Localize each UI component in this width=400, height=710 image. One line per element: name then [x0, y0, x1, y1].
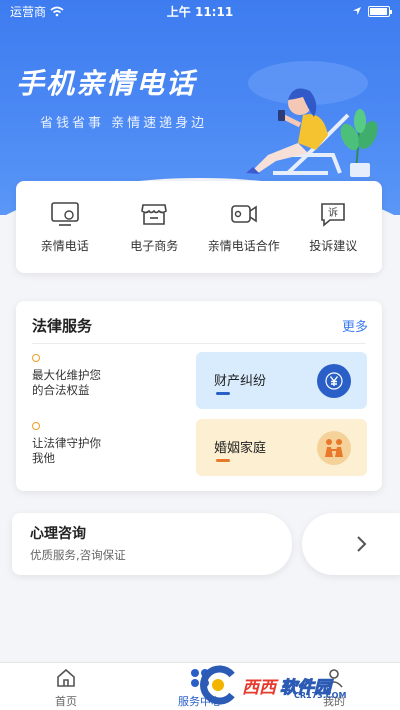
- legal-services-card: 法律服务 更多 最大化维护您的合法权益 让法律守护你我他 财产纠纷 婚姻家庭: [16, 301, 382, 491]
- feature-cooperation[interactable]: 亲情电话合作: [199, 201, 289, 254]
- hero-title: 手机亲情电话: [16, 67, 197, 100]
- tv-phone-icon: [50, 201, 79, 226]
- cr173-logo-icon: [196, 665, 240, 705]
- pill-label: 婚姻家庭: [214, 441, 267, 456]
- shop-icon: [141, 203, 168, 225]
- feature-label: 投诉建议: [309, 238, 358, 253]
- complaint-icon: 诉: [321, 202, 346, 227]
- psych-consult-card[interactable]: 心理咨询 优质服务,咨询保证: [12, 513, 292, 575]
- psych-title: 心理咨询: [30, 526, 86, 542]
- bullet-icon: [32, 422, 40, 430]
- hero-subtitle: 省钱省事 亲情速递身边: [40, 116, 208, 131]
- watermark-url: CR173.COM: [294, 691, 347, 700]
- chevron-right-icon: [357, 536, 367, 552]
- psych-subtitle: 优质服务,咨询保证: [30, 548, 126, 562]
- bullet-icon: [32, 354, 40, 362]
- feature-complaint[interactable]: 诉 投诉建议: [289, 201, 379, 254]
- tab-home[interactable]: 首页: [26, 667, 106, 709]
- watermark-brand: 西西: [242, 677, 276, 698]
- pill-label: 财产纠纷: [214, 374, 267, 389]
- feature-label: 亲情电话: [40, 238, 89, 253]
- video-camera-icon: [230, 204, 257, 223]
- battery-icon: [368, 5, 392, 17]
- section-title: 法律服务: [32, 316, 93, 335]
- feature-label: 亲情电话合作: [207, 238, 280, 253]
- feature-family-call[interactable]: 亲情电话: [20, 201, 110, 254]
- home-icon: [57, 668, 75, 687]
- yen-icon: [317, 364, 351, 398]
- more-link[interactable]: 更多: [342, 316, 368, 335]
- legal-slogan: 最大化维护您的合法权益: [32, 354, 192, 398]
- psych-next-button[interactable]: [302, 513, 400, 575]
- property-dispute-button[interactable]: 财产纠纷: [196, 352, 367, 409]
- watermark-logo: 西西 软件园 CR173.COM: [196, 663, 396, 707]
- marriage-family-button[interactable]: 婚姻家庭: [196, 419, 367, 476]
- feature-ecommerce[interactable]: 电子商务: [110, 201, 200, 254]
- divider: [32, 343, 366, 344]
- feature-grid: 亲情电话 电子商务 亲情电话合作 诉 投诉建议: [16, 181, 382, 273]
- status-bar: 运营商 上午 11:11: [0, 0, 400, 22]
- couple-icon: [317, 431, 351, 465]
- woman-on-phone-illustration: [246, 61, 378, 177]
- feature-label: 电子商务: [130, 238, 179, 253]
- status-time: 上午 11:11: [166, 4, 234, 19]
- svg-text:诉: 诉: [328, 206, 338, 219]
- legal-slogan: 让法律守护你我他: [32, 422, 192, 466]
